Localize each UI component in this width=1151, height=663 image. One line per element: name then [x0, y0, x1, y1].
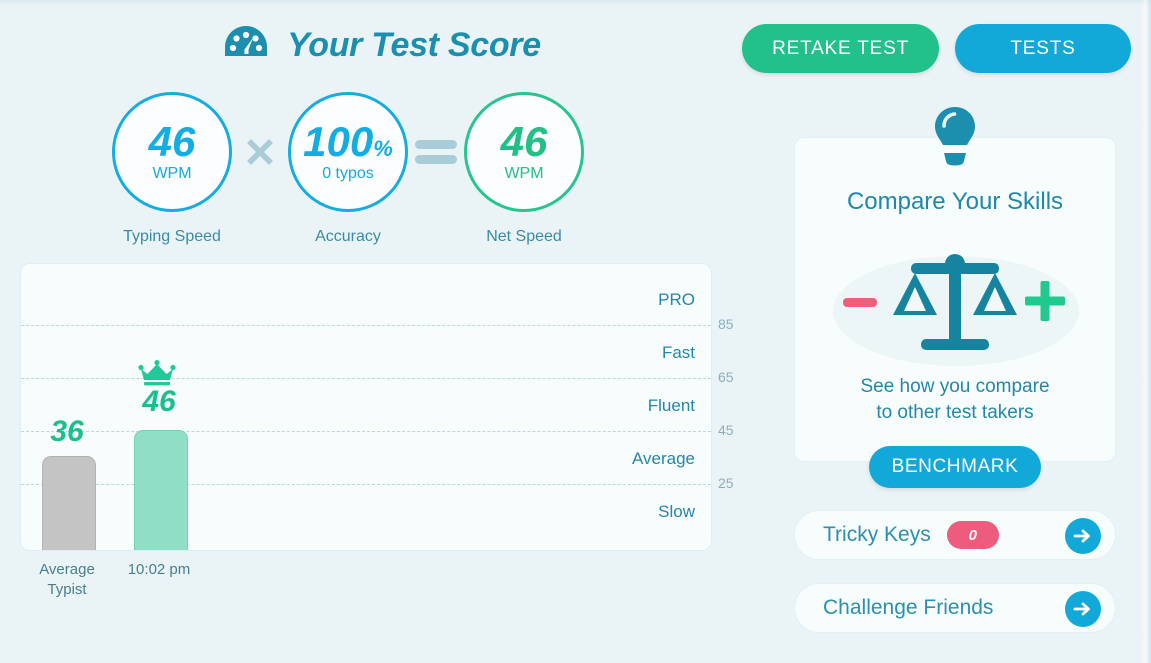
- accuracy-circle: 100% 0 typos: [288, 92, 408, 212]
- compare-description: See how you compare to other test takers: [795, 374, 1115, 426]
- tick-label-65: 65: [718, 369, 734, 385]
- tick-label-25: 25: [718, 475, 734, 491]
- compare-description-line1: See how you compare: [860, 376, 1050, 397]
- band-label-slow: Slow: [658, 502, 695, 521]
- net-speed-value: 46: [500, 118, 548, 165]
- typing-speed-circle: 46 WPM: [112, 92, 232, 212]
- compare-title: Compare Your Skills: [846, 188, 1064, 215]
- x-label-text-0: Average Typist: [39, 561, 95, 598]
- equals-icon: [408, 92, 464, 212]
- x-label-text-1: 10:02 pm: [127, 561, 191, 578]
- typing-speed-unit: WPM: [152, 165, 192, 182]
- band-label-average: Average: [631, 449, 695, 468]
- gridline-85: [21, 325, 711, 326]
- benchmark-button[interactable]: BENCHMARK: [869, 446, 1041, 488]
- percent-sign: %: [373, 136, 393, 161]
- page-header: Your Test Score: [0, 18, 760, 72]
- band-label-fluent: Fluent: [647, 396, 695, 415]
- typing-speed-caption: Typing Speed: [123, 228, 221, 245]
- challenge-friends-label: Challenge Friends: [823, 596, 994, 619]
- panel-right-edge: [1141, 0, 1151, 663]
- multiply-icon: [232, 92, 288, 212]
- challenge-friends-row[interactable]: Challenge Friends: [794, 583, 1116, 633]
- score-typing-speed: 46 WPM Typing Speed: [112, 92, 232, 246]
- net-speed-caption: Net Speed: [486, 228, 562, 245]
- score-net-speed: 46 WPM Net Speed: [464, 92, 584, 246]
- band-label-fast: Fast: [661, 343, 695, 362]
- tests-button[interactable]: TESTS: [955, 24, 1131, 73]
- retake-test-button[interactable]: RETAKE TEST: [742, 24, 939, 73]
- speedometer-icon: [219, 18, 273, 72]
- x-label-user-score: 10:02 pm: [104, 560, 214, 580]
- gridline-45: [21, 431, 711, 432]
- gridline-25: [21, 484, 711, 485]
- page-title: Your Test Score: [287, 25, 541, 64]
- net-speed-circle: 46 WPM: [464, 92, 584, 212]
- score-summary: 46 WPM Typing Speed 100% 0 typos Accurac…: [112, 92, 584, 246]
- minus-icon: [843, 298, 877, 307]
- test-score-page: Your Test Score RETAKE TEST TESTS 46 WPM…: [0, 0, 1151, 663]
- accuracy-caption: Accuracy: [315, 228, 381, 245]
- accuracy-value: 100: [303, 118, 374, 165]
- tick-label-85: 85: [718, 316, 734, 332]
- bar-average-typist: [42, 456, 96, 550]
- band-label-pro: PRO: [658, 290, 695, 309]
- bar-value-average-typist: 36: [50, 415, 84, 448]
- bar-user-score: [134, 430, 188, 550]
- tick-label-45: 45: [718, 422, 734, 438]
- score-accuracy: 100% 0 typos Accuracy: [288, 92, 408, 246]
- tricky-keys-badge: 0: [946, 521, 999, 549]
- compare-skills-card: Compare Your Skills See how you compare …: [794, 137, 1116, 462]
- compare-description-line2: to other test takers: [876, 402, 1034, 423]
- tricky-keys-label: Tricky Keys: [823, 523, 931, 546]
- header-actions: RETAKE TEST TESTS: [742, 24, 1131, 73]
- gridline-65: [21, 378, 711, 379]
- tricky-keys-row[interactable]: Tricky Keys 0: [794, 510, 1116, 560]
- net-speed-unit: WPM: [504, 165, 544, 182]
- panel-top-edge: [0, 0, 1151, 6]
- typing-speed-value: 46: [148, 118, 196, 165]
- arrow-right-icon[interactable]: [1065, 591, 1101, 627]
- arrow-right-icon[interactable]: [1065, 518, 1101, 554]
- accuracy-typos: 0 typos: [322, 165, 374, 182]
- bar-value-user-score: 46: [142, 385, 176, 418]
